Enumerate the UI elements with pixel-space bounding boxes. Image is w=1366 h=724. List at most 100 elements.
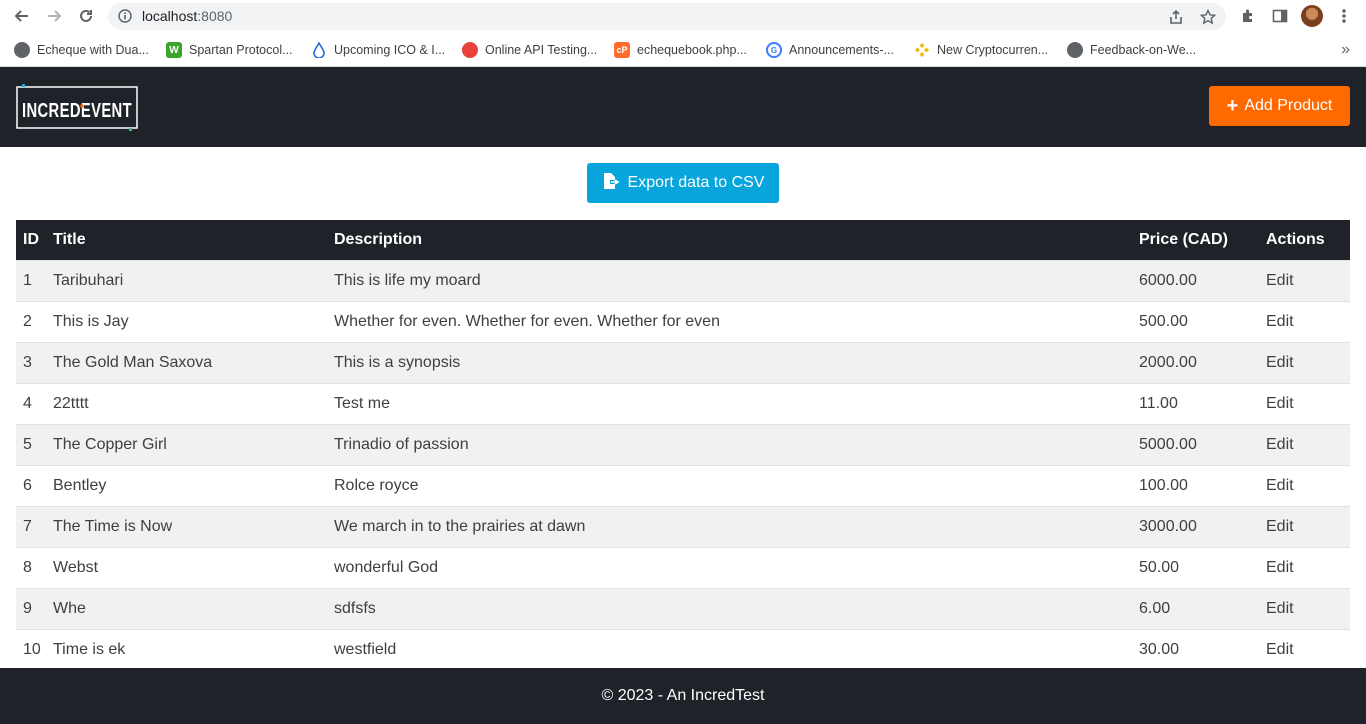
cell-description: sdfsfs: [334, 600, 376, 617]
cell-price: 11.00: [1139, 395, 1178, 412]
bookmark-item[interactable]: W Spartan Protocol...: [166, 41, 293, 59]
cell-id: 4: [23, 395, 32, 412]
add-product-button[interactable]: + Add Product: [1209, 86, 1350, 126]
cell-price: 6000.00: [1139, 272, 1197, 289]
edit-link[interactable]: Edit: [1266, 425, 1294, 465]
table-header: ID Title Description Price (CAD) Actions: [16, 220, 1350, 260]
api-testing-favicon: [462, 42, 478, 58]
site-info-icon[interactable]: [118, 9, 132, 28]
cell-title: Bentley: [53, 477, 107, 494]
incredevent-logo[interactable]: INCREDEVENT: [16, 84, 138, 131]
export-csv-label: Export data to CSV: [627, 174, 765, 191]
bookmark-label: echequebook.php...: [637, 43, 747, 57]
globe-icon: [14, 42, 30, 58]
cell-description: wonderful God: [334, 559, 439, 576]
bookmark-item[interactable]: Online API Testing...: [462, 41, 597, 59]
edit-link[interactable]: Edit: [1266, 384, 1294, 424]
cell-description: Whether for even. Whether for even. Whet…: [334, 313, 720, 330]
binance-favicon: [914, 42, 930, 58]
extensions-icon[interactable]: [1239, 7, 1257, 25]
edit-link[interactable]: Edit: [1266, 507, 1294, 547]
bookmarks-bar: Echeque with Dua... W Spartan Protocol..…: [0, 33, 1366, 67]
url-port: :8080: [197, 8, 233, 24]
bookmark-item[interactable]: Echeque with Dua...: [14, 41, 149, 59]
url-host: localhost: [142, 8, 198, 24]
edit-link[interactable]: Edit: [1266, 302, 1294, 342]
products-table: ID Title Description Price (CAD) Actions…: [16, 220, 1350, 670]
column-header-description: Description: [334, 231, 423, 248]
table-row: 2 This is Jay Whether for even. Whether fo…: [16, 301, 1350, 342]
cell-description: We march in to the prairies at dawn: [334, 518, 586, 535]
bookmark-label: Feedback-on-We...: [1090, 43, 1197, 57]
announcements-favicon: G: [766, 42, 782, 58]
column-header-id: ID: [23, 231, 39, 248]
bookmark-star-icon[interactable]: [1199, 8, 1217, 25]
edit-link[interactable]: Edit: [1266, 343, 1294, 383]
drop-favicon: [311, 42, 327, 58]
bookmark-item[interactable]: Upcoming ICO & I...: [311, 41, 445, 59]
cell-title: Taribuhari: [53, 272, 124, 289]
cell-title: Webst: [53, 559, 99, 576]
edit-link[interactable]: Edit: [1266, 630, 1294, 670]
table-row: 10 Time is ek westfield 30.00 Edit: [16, 629, 1350, 670]
add-product-label: Add Product: [1244, 97, 1333, 114]
bookmark-item[interactable]: New Cryptocurren...: [914, 41, 1048, 59]
column-header-title: Title: [53, 231, 86, 248]
cell-id: 10: [23, 641, 41, 658]
browser-toolbar: localhost:8080: [0, 0, 1366, 33]
cell-title: 22tttt: [53, 395, 89, 412]
table-row: 6 Bentley Rolce royce 100.00 Edit: [16, 465, 1350, 506]
cell-description: This is life my moard: [334, 272, 481, 289]
back-icon[interactable]: [11, 5, 33, 27]
table-row: 8 Webst wonderful God 50.00 Edit: [16, 547, 1350, 588]
bookmark-item[interactable]: G Announcements-...: [766, 41, 894, 59]
cell-price: 500.00: [1139, 313, 1188, 330]
profile-avatar[interactable]: [1301, 5, 1323, 27]
cell-id: 7: [23, 518, 32, 535]
share-icon[interactable]: [1168, 9, 1184, 25]
column-header-price: Price (CAD): [1139, 231, 1228, 248]
edit-link[interactable]: Edit: [1266, 548, 1294, 588]
cell-price: 3000.00: [1139, 518, 1197, 535]
table-row: 1 Taribuhari This is life my moard 6000.00 E…: [16, 260, 1350, 301]
globe-icon: [1067, 42, 1083, 58]
bookmark-item[interactable]: Feedback-on-We...: [1067, 41, 1196, 59]
cell-price: 5000.00: [1139, 436, 1197, 453]
cell-description: Rolce royce: [334, 477, 419, 494]
cell-id: 2: [23, 313, 32, 330]
cell-id: 1: [23, 272, 32, 289]
edit-link[interactable]: Edit: [1266, 589, 1294, 629]
menu-kebab-icon[interactable]: [1335, 7, 1353, 25]
url-text: localhost:8080: [142, 8, 232, 24]
bookmark-item[interactable]: cP echequebook.php...: [614, 41, 747, 59]
table-row: 4 22tttt Test me 11.00 Edit: [16, 383, 1350, 424]
svg-text:INCREDEVENT: INCREDEVENT: [22, 100, 132, 122]
bookmark-label: Announcements-...: [789, 43, 894, 57]
cell-title: This is Jay: [53, 313, 129, 330]
cell-description: This is a synopsis: [334, 354, 461, 371]
cell-description: Test me: [334, 395, 391, 412]
cell-price: 6.00: [1139, 600, 1171, 617]
cell-id: 5: [23, 436, 32, 453]
cpanel-favicon: cP: [614, 42, 630, 58]
address-bar[interactable]: localhost:8080: [108, 3, 1226, 30]
cell-id: 6: [23, 477, 32, 494]
forward-icon[interactable]: [43, 5, 65, 27]
bookmarks-overflow-icon[interactable]: »: [1341, 41, 1350, 59]
reload-icon[interactable]: [75, 5, 97, 27]
table-row: 5 The Copper Girl Trinadio of passion 5000.…: [16, 424, 1350, 465]
edit-link[interactable]: Edit: [1266, 261, 1294, 301]
cell-description: Trinadio of passion: [334, 436, 469, 453]
cell-title: The Time is Now: [53, 518, 173, 535]
cell-title: Time is ek: [53, 641, 126, 658]
cell-price: 50.00: [1139, 559, 1180, 576]
table-row: 7 The Time is Now We march in to the prair…: [16, 506, 1350, 547]
edit-link[interactable]: Edit: [1266, 466, 1294, 506]
page-footer: © 2023 - An IncredTest: [0, 668, 1366, 724]
side-panel-icon[interactable]: [1271, 7, 1289, 25]
cell-title: Whe: [53, 600, 86, 617]
export-csv-button[interactable]: Export data to CSV: [587, 163, 779, 203]
spartan-favicon: W: [166, 42, 182, 58]
bookmark-label: Upcoming ICO & I...: [334, 43, 446, 57]
table-body: 1 Taribuhari This is life my moard 6000.00 E…: [16, 260, 1350, 670]
